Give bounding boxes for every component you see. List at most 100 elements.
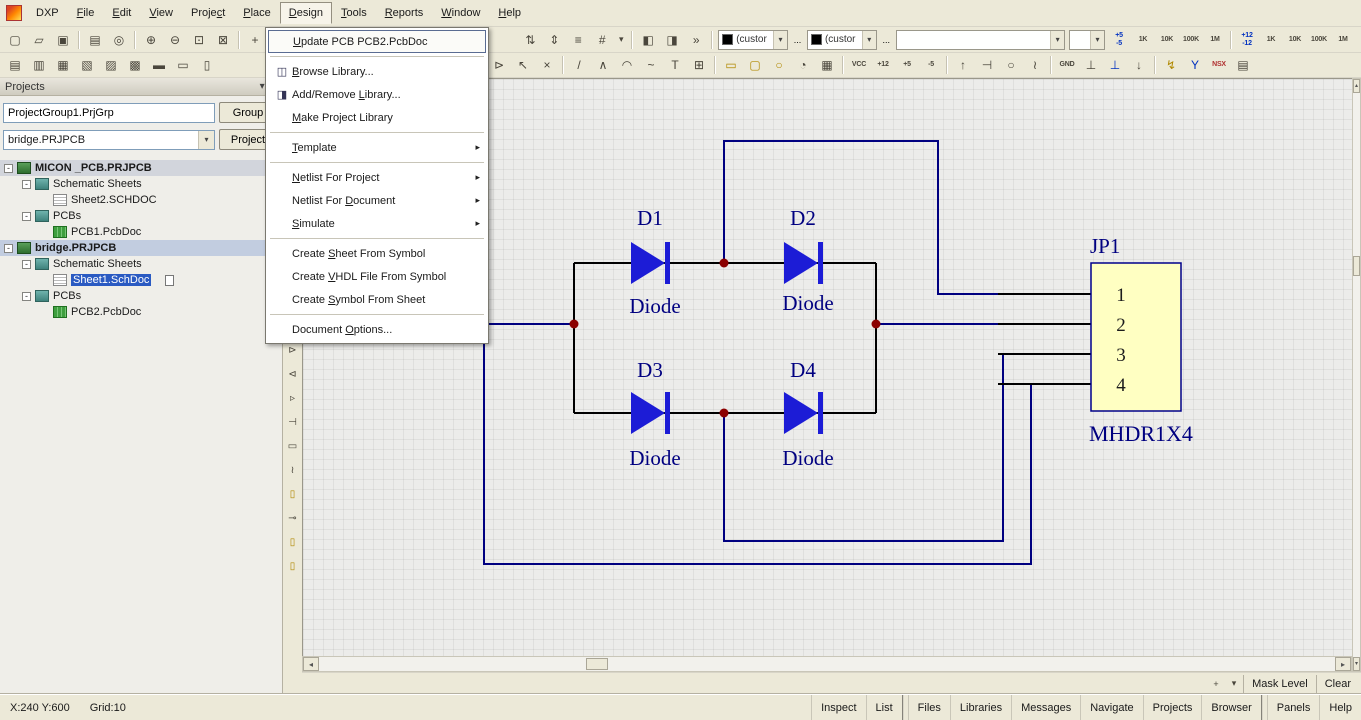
delete-button[interactable]: ×: [536, 55, 558, 75]
scroll-down-icon[interactable]: ▾: [1353, 657, 1360, 671]
menu-tools[interactable]: Tools: [332, 2, 376, 24]
toolbar-button[interactable]: [840, 55, 846, 75]
signal-ground-button[interactable]: ↓: [1128, 55, 1150, 75]
chevron-down-icon[interactable]: ▾: [861, 30, 876, 49]
resistor-1k-button[interactable]: 1K: [1132, 30, 1154, 50]
place-rectangle-button[interactable]: ▭: [720, 55, 742, 75]
panel-tab-files[interactable]: Files: [907, 695, 950, 720]
vertical-scrollbar[interactable]: ▴ ▾: [1352, 78, 1361, 672]
power-plus5-button[interactable]: +5: [896, 55, 918, 75]
ground-button[interactable]: ⊥: [1080, 55, 1102, 75]
nsx-button[interactable]: NSX: [1208, 55, 1230, 75]
wye-button[interactable]: Y: [1184, 55, 1206, 75]
probe-part-tool[interactable]: ⊸: [284, 509, 301, 527]
place-wire-button[interactable]: ⊳: [488, 55, 510, 75]
numbered-list-button[interactable]: ≡: [567, 30, 589, 50]
diode-alt-part-tool[interactable]: ⊲: [284, 365, 301, 383]
resistor-1m-button[interactable]: 1M: [1204, 30, 1226, 50]
mask-level-button[interactable]: Mask Level: [1243, 674, 1316, 693]
toolbar-button[interactable]: [132, 30, 138, 50]
expand-toggle-icon[interactable]: -: [22, 259, 31, 269]
menu-simulate[interactable]: Simulate ▸: [268, 212, 486, 235]
chevron-down-icon[interactable]: ▾: [773, 30, 787, 49]
expand-toggle-icon[interactable]: -: [4, 243, 13, 253]
group-objects-button[interactable]: ▯: [196, 55, 218, 75]
open-document-button[interactable]: ▱: [28, 30, 50, 50]
menu-item[interactable]: [270, 238, 484, 239]
toolbar-button[interactable]: [76, 30, 82, 50]
zoom-area-button[interactable]: ⊡: [188, 30, 210, 50]
menu-add-remove-library[interactable]: ◨ Add/Remove Library...: [268, 83, 486, 106]
expand-toggle-icon[interactable]: -: [22, 291, 31, 301]
tree-item-bridge-project[interactable]: - bridge.PRJPCB: [0, 240, 282, 256]
comment-d1[interactable]: Diode: [629, 294, 680, 318]
menu-update-pcb[interactable]: Update PCB PCB2.PcbDoc: [268, 30, 486, 53]
zoom-selection-button[interactable]: ⊠: [212, 30, 234, 50]
menu-window[interactable]: Window: [432, 2, 489, 24]
menu-create-sheet-from-symbol[interactable]: Create Sheet From Symbol: [268, 242, 486, 265]
resistor2-1m-button[interactable]: 1M: [1332, 30, 1354, 50]
menu-netlist-document[interactable]: Netlist For Document ▸: [268, 189, 486, 212]
horizontal-scrollbar[interactable]: ◂ ▸: [302, 656, 1352, 672]
power-bar-button[interactable]: ⊣: [976, 55, 998, 75]
capacitor-tool[interactable]: ▯: [284, 533, 301, 551]
comment-d4[interactable]: Diode: [782, 446, 833, 470]
align-button[interactable]: ▭: [172, 55, 194, 75]
pin-tool[interactable]: ⊣: [284, 413, 301, 431]
probe-button[interactable]: ↯: [1160, 55, 1182, 75]
menu-item[interactable]: [270, 132, 484, 133]
color-combo-1[interactable]: (custor ▾: [718, 29, 788, 50]
menu-create-symbol-from-sheet[interactable]: Create Symbol From Sheet: [268, 288, 486, 311]
wire-dcminus-to-pin4[interactable]: [483, 323, 1032, 565]
panel-tab-list[interactable]: List: [865, 695, 904, 720]
toolbar-button[interactable]: [712, 55, 718, 75]
panel-tab-browser[interactable]: Browser: [1201, 695, 1263, 720]
menu-reports[interactable]: Reports: [376, 2, 433, 24]
wire-ac2-to-pin3[interactable]: [723, 354, 1004, 542]
project-select[interactable]: bridge.PRJPCB ▾: [3, 129, 215, 150]
clear-button[interactable]: Clear: [1315, 674, 1359, 693]
panel-tab-messages[interactable]: Messages: [1011, 695, 1080, 720]
power-circle-button[interactable]: ○: [1000, 55, 1022, 75]
comment-d2[interactable]: Diode: [782, 291, 833, 315]
tree-item-schematic-sheets-1[interactable]: - Schematic Sheets: [0, 176, 282, 192]
expand-toggle-icon[interactable]: -: [22, 179, 31, 189]
bridge-rails[interactable]: [573, 262, 877, 414]
toolbar-button[interactable]: [236, 30, 242, 50]
menu-file[interactable]: File: [68, 2, 104, 24]
cylinder-part-tool[interactable]: ▯: [284, 557, 301, 575]
panel-tab-help[interactable]: Help: [1319, 695, 1361, 720]
color-combo-2[interactable]: (custor ▾: [806, 29, 877, 50]
browse-library-button[interactable]: ◧: [637, 30, 659, 50]
variant-combo[interactable]: ▾: [895, 29, 1066, 50]
color-more-button-2[interactable]: ...: [879, 30, 894, 50]
move-up-down-button[interactable]: ⇅: [519, 30, 541, 50]
tree-item-pcb2[interactable]: PCB2.PcbDoc: [0, 304, 282, 320]
place-table-button[interactable]: ⊞: [688, 55, 710, 75]
resistor-10k-button[interactable]: 10K: [1156, 30, 1178, 50]
tree-item-micon-project[interactable]: - MICON _PCB.PRJPCB: [0, 160, 282, 176]
power-vcc-button[interactable]: VCC: [848, 55, 870, 75]
place-text-button[interactable]: T: [664, 55, 686, 75]
horizontal-scroll-thumb[interactable]: [586, 658, 608, 670]
menu-item[interactable]: [270, 56, 484, 57]
menu-view[interactable]: View: [140, 2, 182, 24]
tree-item-schematic-sheets-2[interactable]: - Schematic Sheets: [0, 256, 282, 272]
panel-tab-navigate[interactable]: Navigate: [1080, 695, 1142, 720]
resistor-100k-button[interactable]: 100K: [1180, 30, 1202, 50]
panel-tab-panels[interactable]: Panels: [1266, 695, 1320, 720]
scroll-up-icon[interactable]: ▴: [1353, 79, 1360, 93]
duplicate-button[interactable]: ▬: [148, 55, 170, 75]
tree-item-pcbs-2[interactable]: - PCBs: [0, 288, 282, 304]
designator-jp1[interactable]: JP1: [1090, 234, 1120, 258]
expand-toggle-icon[interactable]: -: [22, 211, 31, 221]
zoom-in-button[interactable]: ⊕: [140, 30, 162, 50]
place-part-button[interactable]: ▦: [52, 55, 74, 75]
sheet-button[interactable]: ▤: [1232, 55, 1254, 75]
place-sine-button[interactable]: ~: [640, 55, 662, 75]
power-plus12-button[interactable]: +12: [872, 55, 894, 75]
toolbar-button[interactable]: [629, 30, 635, 50]
menu-make-project-library[interactable]: Make Project Library: [268, 106, 486, 129]
menu-dxp[interactable]: DXP: [27, 2, 68, 24]
doc-part-tool[interactable]: ▯: [284, 485, 301, 503]
